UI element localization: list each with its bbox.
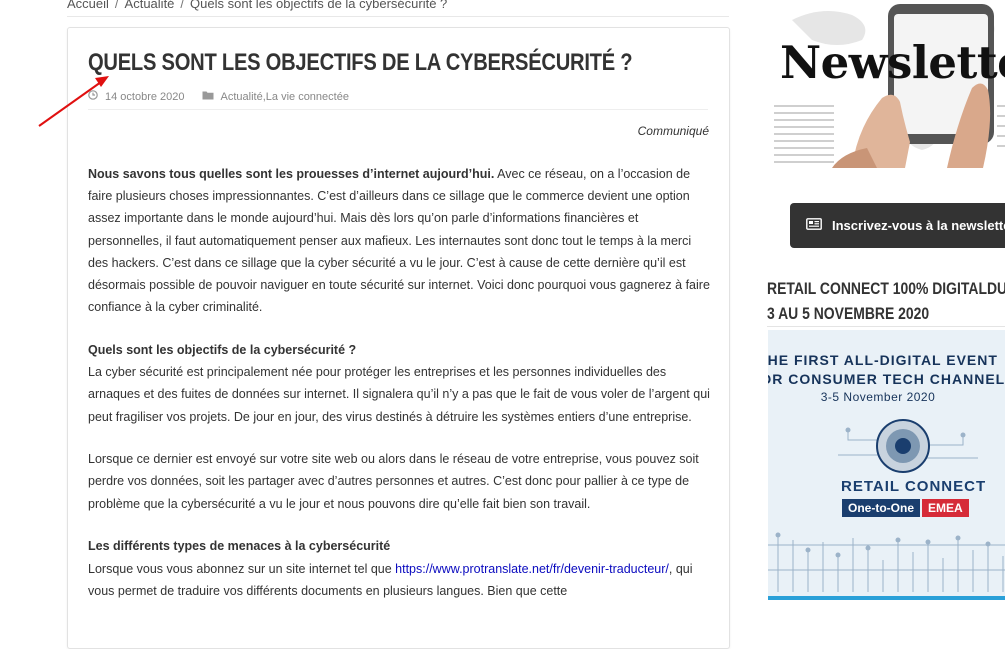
article-body: Nous savons tous quelles sont les proues… (88, 163, 710, 622)
section-1-heading: Quels sont les objectifs de la cybersécu… (88, 342, 357, 357)
newsletter-image[interactable]: Newsletter (772, 0, 1005, 168)
retail-connect-logo-text: RETAIL CONNECT (841, 478, 987, 495)
meta-divider (88, 109, 708, 110)
folder-icon (202, 90, 214, 103)
intro-bold: Nous savons tous quelles sont les proues… (88, 167, 495, 181)
category-link[interactable]: La vie connectée (266, 91, 349, 103)
circuit-graphic (768, 419, 1005, 592)
paragraph-2: Lorsque ce dernier est envoyé sur votre … (88, 452, 699, 511)
one-to-one-badge: One-to-One (842, 499, 920, 517)
section-2-text-before: Lorsque vous vous abonnez sur un site in… (88, 561, 396, 576)
breadcrumb-current: Quels sont les objectifs de la cybersécu… (190, 0, 448, 11)
emea-badge: EMEA (922, 499, 969, 517)
breadcrumb-separator: / (180, 0, 185, 11)
clock-icon (88, 90, 98, 103)
newsletter-signup-button[interactable]: Inscrivez-vous à la newsletter (790, 203, 1005, 248)
intro-paragraph: Nous savons tous quelles sont les proues… (88, 163, 710, 318)
intro-text: Avec ce réseau, on a l’occasion de faire… (88, 167, 710, 315)
newsletter-button-label: Inscrivez-vous à la newsletter (832, 218, 1005, 233)
section-2-heading: Les différents types de menaces à la cyb… (88, 539, 391, 554)
article-title: Quels sont les objectifs de la cybersécu… (88, 49, 633, 76)
breadcrumb-category-link[interactable]: Actualité (125, 0, 175, 11)
article-date: 14 octobre 2020 (105, 90, 185, 103)
breadcrumb-separator: / (114, 0, 119, 11)
author-label: Communiqué (637, 124, 709, 138)
section-1: Quels sont les objectifs de la cybersécu… (88, 339, 710, 428)
newsletter-image-text: Newsletter (780, 36, 1005, 89)
section-2: Les différents types de menaces à la cyb… (88, 535, 710, 602)
breadcrumb-home-link[interactable]: Accueil (67, 0, 109, 11)
section-1-text: La cyber sécurité est principalement née… (88, 365, 710, 424)
retail-connect-heading: Retail Connect 100% digitalDU 3 AU 5 NOV… (767, 279, 1005, 323)
breadcrumb: Accueil / Actualité / Quels sont les objecti… (67, 0, 447, 11)
article-meta: 14 octobre 2020 Actualité, La vie connec… (88, 90, 349, 103)
event-format-badge: One-to-One EMEA (842, 499, 969, 517)
retail-connect-banner[interactable]: THE FIRST ALL-DIGITAL EVENT FOR CONSUMER… (768, 330, 1005, 600)
sidebar-divider (767, 326, 1005, 327)
category-link[interactable]: Actualité (221, 91, 263, 103)
article-card: Quels sont les objectifs de la cybersécu… (67, 27, 730, 649)
newspaper-icon (806, 218, 822, 233)
protranslate-link[interactable]: https://www.protranslate.net/fr/devenir-… (395, 562, 669, 576)
breadcrumb-divider (67, 16, 729, 17)
